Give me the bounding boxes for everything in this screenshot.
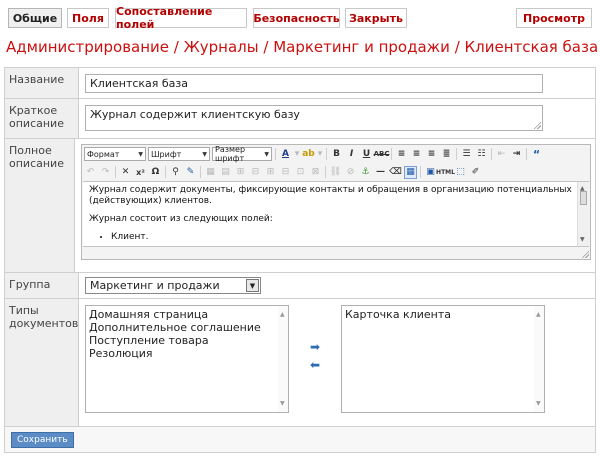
scroll-down-icon[interactable]: ▼ bbox=[580, 234, 585, 245]
list-item[interactable]: Карточка клиента bbox=[345, 308, 541, 321]
list-item[interactable]: Дополнительное соглашение bbox=[89, 321, 285, 334]
list-scrollbar[interactable]: ▲ ▼ bbox=[278, 306, 288, 412]
outdent-icon[interactable]: ⇤ bbox=[495, 148, 508, 161]
tab-general[interactable]: Общие bbox=[8, 8, 62, 28]
eraser-icon[interactable]: ⌫ bbox=[389, 166, 402, 179]
row-name: Название Клиентская база bbox=[5, 68, 595, 99]
align-justify-icon[interactable]: ≣ bbox=[440, 148, 453, 161]
delete-col-icon[interactable]: ⊟ bbox=[279, 166, 292, 179]
editor-toolbar-row-1: Формат ▼ Шрифт ▼ Размер шрифт ▼ A ▾ ab ▾ B … bbox=[82, 145, 590, 163]
journal-form: Название Клиентская база Краткое описани… bbox=[4, 67, 596, 427]
editor-toolbar-row-2: ↶ ↷ ✕ x² Ω ⚲ ✎ ▦ ▤ ⊞ ⊟ ⊞ ⊟ ⊡ ⊠ ⛓ ⊘ ⚓ — ⌫… bbox=[82, 163, 590, 181]
form-footer: Сохранить bbox=[4, 427, 596, 453]
list-item[interactable]: Домашняя страница bbox=[89, 308, 285, 321]
italic-icon[interactable]: I bbox=[345, 148, 358, 161]
tab-bar: Общие Поля Сопоставление полей Безопасно… bbox=[4, 5, 596, 31]
resize-grip-icon[interactable] bbox=[581, 250, 589, 258]
group-label: Группа bbox=[5, 273, 79, 298]
chevron-down-icon: ▼ bbox=[138, 150, 143, 158]
scroll-down-icon[interactable]: ▼ bbox=[280, 397, 285, 410]
list-item[interactable]: Поступление товара bbox=[89, 334, 285, 347]
edit-source-icon[interactable]: ✎ bbox=[184, 166, 197, 179]
save-button[interactable]: Сохранить bbox=[11, 432, 74, 448]
editor-content[interactable]: Журнал содержит документы, фиксирующие к… bbox=[83, 181, 589, 247]
insert-col-icon[interactable]: ⊞ bbox=[264, 166, 277, 179]
name-label: Название bbox=[5, 68, 79, 98]
bullet-list-icon[interactable]: ☰ bbox=[460, 148, 473, 161]
resize-grip-icon[interactable] bbox=[533, 121, 541, 129]
align-right-icon[interactable]: ≡ bbox=[425, 148, 438, 161]
tab-close[interactable]: Закрыть bbox=[345, 8, 407, 28]
tab-field-mapping[interactable]: Сопоставление полей bbox=[115, 5, 247, 31]
move-right-arrow-icon[interactable]: ➡ bbox=[310, 341, 320, 353]
text-color-icon[interactable]: A bbox=[279, 148, 292, 161]
remove-format-icon[interactable]: ✕ bbox=[119, 166, 132, 179]
scroll-thumb[interactable] bbox=[580, 191, 587, 205]
group-select[interactable]: Маркетинг и продажи ▼ bbox=[85, 277, 261, 294]
html-icon[interactable]: HTML bbox=[436, 166, 455, 179]
row-document-types: Типы документов Домашняя страница Дополн… bbox=[5, 299, 595, 427]
highlight-icon[interactable]: ab bbox=[302, 148, 315, 161]
scroll-up-icon[interactable]: ▲ bbox=[536, 308, 541, 321]
attachment-icon[interactable]: ✐ bbox=[469, 166, 482, 179]
split-cells-icon[interactable]: ⊠ bbox=[309, 166, 322, 179]
short-description-label: Краткое описание bbox=[5, 99, 79, 138]
chevron-down-icon[interactable]: ▼ bbox=[246, 279, 259, 292]
selected-types-list[interactable]: Карточка клиента ▲ ▼ bbox=[341, 305, 545, 413]
full-description-label: Полное описание bbox=[5, 139, 75, 272]
anchor-icon[interactable]: ⚓ bbox=[359, 166, 372, 179]
breadcrumb: Администрирование / Журналы / Маркетинг … bbox=[6, 38, 599, 56]
move-left-arrow-icon[interactable]: ⬅ bbox=[310, 359, 320, 371]
undo-icon[interactable]: ↶ bbox=[84, 166, 97, 179]
editor-scrollbar[interactable]: ▲ ▼ bbox=[577, 182, 589, 246]
unlink-icon[interactable]: ⊘ bbox=[344, 166, 357, 179]
align-left-icon[interactable]: ≡ bbox=[395, 148, 408, 161]
chevron-down-icon[interactable]: ▾ bbox=[294, 148, 300, 161]
format-combo[interactable]: Формат ▼ bbox=[84, 147, 146, 161]
tab-fields[interactable]: Поля bbox=[67, 8, 109, 28]
rich-text-editor: Формат ▼ Шрифт ▼ Размер шрифт ▼ A ▾ ab ▾ B … bbox=[81, 144, 591, 260]
font-combo[interactable]: Шрифт ▼ bbox=[148, 147, 210, 161]
chevron-down-icon: ▼ bbox=[264, 150, 269, 158]
visual-aid-icon[interactable]: ▦ bbox=[404, 165, 417, 179]
short-description-textarea[interactable]: Журнал содержит клиентскую базу bbox=[85, 105, 543, 131]
chevron-down-icon: ▼ bbox=[202, 150, 207, 158]
table-props-icon[interactable]: ▤ bbox=[219, 166, 232, 179]
link-icon[interactable]: ⛓ bbox=[329, 166, 342, 179]
horizontal-rule-icon[interactable]: — bbox=[374, 166, 387, 179]
scroll-up-icon[interactable]: ▲ bbox=[280, 308, 285, 321]
scroll-down-icon[interactable]: ▼ bbox=[536, 397, 541, 410]
font-size-combo[interactable]: Размер шрифт ▼ bbox=[212, 145, 272, 163]
blockquote-icon[interactable]: “ bbox=[530, 148, 543, 161]
row-group: Группа Маркетинг и продажи ▼ bbox=[5, 273, 595, 299]
available-types-list[interactable]: Домашняя страница Дополнительное соглаше… bbox=[85, 305, 289, 413]
row-short-description: Краткое описание Журнал содержит клиентс… bbox=[5, 99, 595, 139]
indent-icon[interactable]: ⇥ bbox=[510, 148, 523, 161]
fullscreen-icon[interactable]: ⬚ bbox=[454, 166, 467, 179]
bold-icon[interactable]: B bbox=[330, 148, 343, 161]
redo-icon[interactable]: ↷ bbox=[99, 166, 112, 179]
strikethrough-icon[interactable]: ABC bbox=[374, 148, 390, 161]
numbered-list-icon[interactable]: ☷ bbox=[475, 148, 488, 161]
superscript-icon[interactable]: x² bbox=[134, 166, 147, 179]
row-full-description: Полное описание Формат ▼ Шрифт ▼ Размер шр… bbox=[5, 139, 595, 273]
delete-row-icon[interactable]: ⊟ bbox=[249, 166, 262, 179]
special-char-icon[interactable]: Ω bbox=[149, 166, 162, 179]
find-icon[interactable]: ⚲ bbox=[169, 166, 182, 179]
list-scrollbar[interactable]: ▲ ▼ bbox=[534, 306, 544, 412]
list-item[interactable]: Резолюция bbox=[89, 347, 285, 360]
insert-row-icon[interactable]: ⊞ bbox=[234, 166, 247, 179]
chevron-down-icon[interactable]: ▾ bbox=[317, 148, 323, 161]
align-center-icon[interactable]: ≡ bbox=[410, 148, 423, 161]
image-icon[interactable]: ▣ bbox=[424, 166, 437, 179]
tab-security[interactable]: Безопасность bbox=[253, 8, 340, 28]
name-input[interactable]: Клиентская база bbox=[85, 74, 543, 93]
underline-icon[interactable]: U bbox=[360, 148, 373, 161]
table-icon[interactable]: ▦ bbox=[204, 166, 217, 179]
document-types-label: Типы документов bbox=[5, 299, 79, 426]
merge-cells-icon[interactable]: ⊡ bbox=[294, 166, 307, 179]
tab-preview[interactable]: Просмотр bbox=[516, 8, 592, 28]
